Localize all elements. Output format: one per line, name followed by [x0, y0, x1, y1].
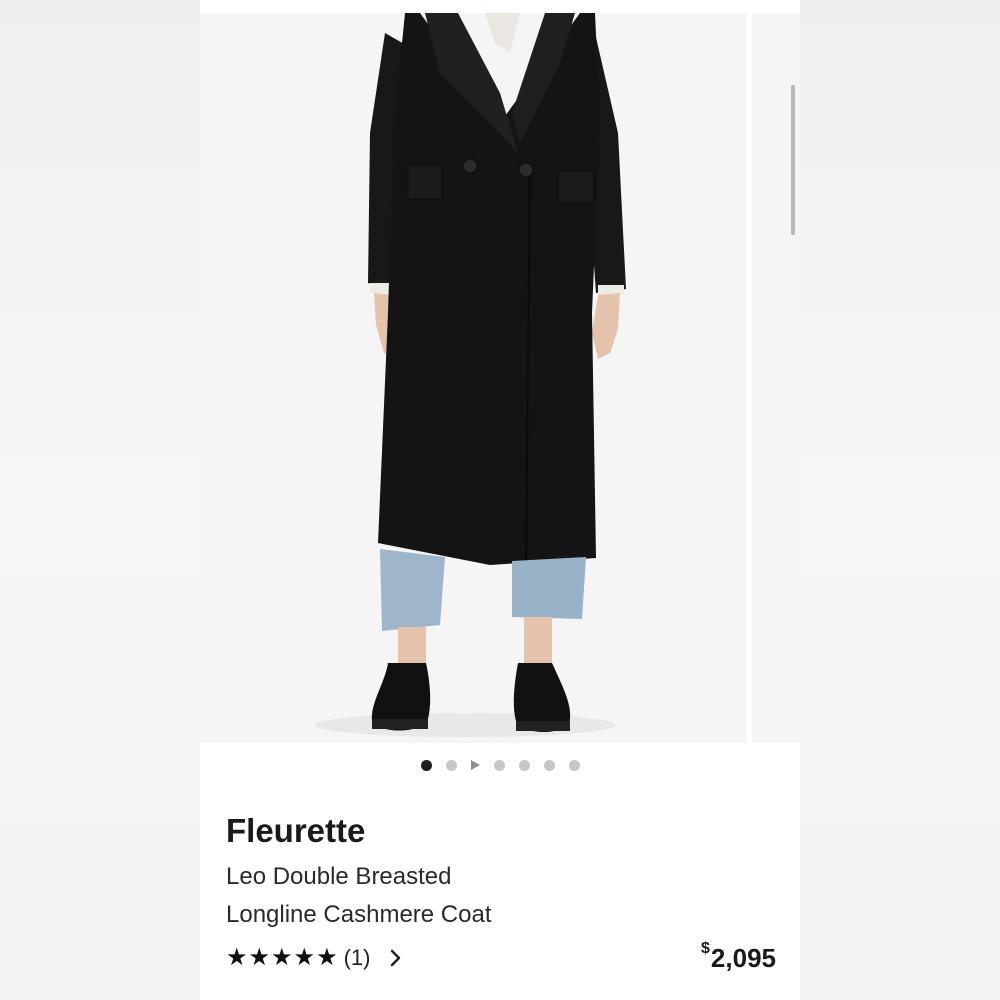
price-value: 2,095	[710, 942, 776, 973]
price: $ 2,095	[701, 939, 776, 974]
review-count[interactable]: (1)	[344, 945, 371, 971]
pagination-dot[interactable]	[518, 759, 530, 771]
pagination-dot-active[interactable]	[420, 759, 432, 771]
background-blur-right	[800, 0, 1000, 1000]
star-icon: ★	[316, 944, 338, 971]
star-icon: ★	[271, 944, 293, 971]
pagination-dot[interactable]	[568, 759, 580, 771]
currency-symbol: $	[701, 939, 710, 957]
product-info: Fleurette Leo Double Breasted Longline C…	[226, 808, 776, 934]
carousel-pagination	[200, 757, 800, 773]
product-image[interactable]	[200, 13, 746, 743]
product-detail-screen: Fleurette Leo Double Breasted Longline C…	[200, 0, 800, 1000]
background-blur-left	[0, 0, 200, 1000]
coat-illustration	[200, 13, 746, 743]
rating-stars[interactable]: ★ ★ ★ ★ ★	[226, 946, 338, 970]
image-carousel[interactable]	[200, 13, 800, 743]
pagination-dot[interactable]	[445, 759, 457, 771]
star-icon: ★	[226, 944, 248, 971]
brand-name[interactable]: Fleurette	[226, 808, 776, 854]
scrollbar[interactable]	[791, 85, 795, 235]
rating-price-row: ★ ★ ★ ★ ★ (1) $ 2,095	[226, 938, 776, 978]
star-icon: ★	[248, 944, 271, 971]
chevron-right-icon[interactable]	[390, 949, 402, 967]
play-icon[interactable]	[470, 760, 480, 770]
product-name-line-2: Longline Cashmere Coat	[226, 901, 492, 928]
top-strip	[200, 0, 800, 13]
pagination-dot[interactable]	[543, 759, 555, 771]
product-name-line-1: Leo Double Breasted	[226, 863, 452, 890]
star-icon: ★	[293, 944, 316, 971]
pagination-dot[interactable]	[493, 759, 505, 771]
